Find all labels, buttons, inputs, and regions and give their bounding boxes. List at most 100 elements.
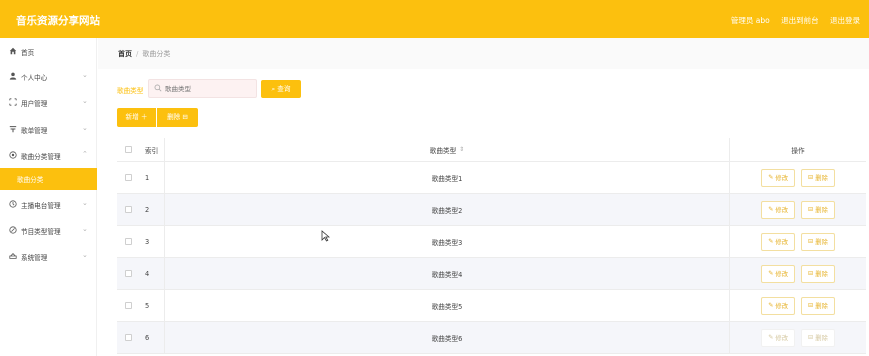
filter-label: 歌曲类型 [117, 87, 144, 95]
sidebar-item-label: 歌曲分类管理 [21, 153, 61, 161]
row-song-type: 歌曲类型1 [164, 162, 730, 193]
sidebar-item-label: 歌单管理 [21, 127, 48, 135]
row-song-type: 歌曲类型5 [164, 290, 730, 321]
edit-button[interactable]: ✎ 修改 [761, 200, 795, 219]
sidebar-item-category-management[interactable]: 歌曲分类管理 ⌃ [0, 147, 97, 165]
edit-icon: ✎ [768, 270, 774, 277]
sidebar-item-system[interactable]: 系统管理 ⌄ [0, 248, 97, 266]
breadcrumb: 首页 / 歌曲分类 [118, 49, 170, 59]
delete-button[interactable]: ⊟ 删除 [801, 296, 835, 315]
delete-button-label: 删除 [815, 303, 828, 310]
edit-button-label: 修改 [775, 239, 788, 246]
search-input[interactable] [165, 83, 253, 95]
chevron-down-icon: ⌄ [82, 71, 88, 79]
row-checkbox[interactable] [124, 270, 132, 277]
chevron-up-icon: ⌃ [82, 150, 88, 158]
delete-button[interactable]: ⊟ 删除 [801, 200, 835, 219]
edit-button[interactable]: ✎ 修改 [761, 328, 795, 347]
edit-button[interactable]: ✎ 修改 [761, 232, 795, 251]
chevron-down-icon: ⌄ [82, 124, 88, 132]
table-row: 5 歌曲类型5 ✎ 修改 ⊟ 删除 [117, 290, 866, 322]
table-header-row: 索引 歌曲类型 ⇕ 操作 [117, 138, 866, 162]
users-icon [9, 98, 17, 106]
delete-button-label: 删除 [815, 175, 828, 182]
edit-button-label: 修改 [775, 175, 788, 182]
delete-button[interactable]: ⊟ 删除 [801, 328, 835, 347]
chevron-down-icon: ⌄ [82, 225, 88, 233]
table-row: 2 歌曲类型2 ✎ 修改 ⊟ 删除 [117, 194, 866, 226]
sidebar-item-label: 歌曲分类 [17, 176, 44, 184]
query-button-label: 查询 [277, 85, 291, 93]
row-checkbox[interactable] [124, 238, 132, 245]
breadcrumb-home[interactable]: 首页 [118, 50, 132, 58]
mouse-cursor-icon [321, 230, 330, 242]
add-button[interactable]: 新增 ＋ [117, 108, 156, 127]
row-actions: ✎ 修改 ⊟ 删除 [730, 290, 866, 321]
row-song-type: 歌曲类型3 [164, 226, 730, 257]
row-checkbox[interactable] [124, 174, 132, 181]
select-all-checkbox[interactable] [124, 146, 132, 153]
row-actions: ✎ 修改 ⊟ 删除 [730, 322, 866, 353]
header-song-type-label: 歌曲类型 [429, 146, 457, 155]
trash-icon: ⊟ [808, 270, 814, 277]
sidebar-item-users[interactable]: 用户管理 ⌄ [0, 94, 97, 112]
row-actions: ✎ 修改 ⊟ 删除 [730, 162, 866, 193]
chevron-down-icon: ⌄ [82, 97, 88, 105]
edit-icon: ✎ [768, 334, 774, 341]
search-field[interactable] [148, 79, 257, 98]
edit-button-label: 修改 [775, 207, 788, 214]
header-index: 索引 [145, 146, 159, 155]
sidebar-item-song-category[interactable]: 歌曲分类 [0, 168, 97, 190]
playlist-icon [9, 126, 17, 133]
category-icon [9, 151, 17, 159]
admin-user-label: 管理员 abo [730, 16, 770, 25]
header-ops: 操作 [791, 146, 805, 155]
sidebar-item-label: 首页 [21, 49, 35, 57]
logout-link[interactable]: 退出登录 [830, 16, 860, 25]
header-song-type[interactable]: 歌曲类型 ⇕ [164, 138, 730, 161]
row-actions: ✎ 修改 ⊟ 删除 [730, 226, 866, 257]
delete-button[interactable]: ⊟ 删除 [801, 168, 835, 187]
row-index: 5 [145, 301, 150, 310]
sidebar-item-program-types[interactable]: 节目类型管理 ⌄ [0, 222, 97, 240]
edit-icon: ✎ [768, 238, 774, 245]
batch-delete-button[interactable]: 删除 ⊟ [157, 108, 198, 127]
system-icon [9, 253, 17, 259]
sidebar-item-label: 主播电台管理 [21, 202, 61, 210]
edit-icon: ✎ [768, 302, 774, 309]
sidebar-item-label: 节目类型管理 [21, 228, 61, 236]
delete-button[interactable]: ⊟ 删除 [801, 264, 835, 283]
program-icon [9, 226, 17, 234]
edit-button[interactable]: ✎ 修改 [761, 264, 795, 283]
row-checkbox[interactable] [124, 302, 132, 309]
top-bar: 音乐资源分享网站 管理员 abo 退出到前台 退出登录 [0, 0, 869, 38]
row-actions: ✎ 修改 ⊟ 删除 [730, 194, 866, 225]
radio-icon [9, 200, 17, 208]
delete-button-label: 删除 [815, 239, 828, 246]
query-button[interactable]: ⌕ 查询 [261, 80, 301, 98]
row-song-type: 歌曲类型4 [164, 258, 730, 289]
trash-icon: ⊟ [808, 238, 814, 245]
sidebar-item-playlists[interactable]: 歌单管理 ⌄ [0, 121, 97, 139]
sidebar-item-home[interactable]: 首页 [0, 43, 97, 61]
edit-button-label: 修改 [775, 303, 788, 310]
search-icon [154, 84, 162, 92]
row-song-type: 歌曲类型2 [164, 194, 730, 225]
sort-icon[interactable]: ⇕ [459, 146, 464, 153]
row-index: 6 [145, 333, 150, 342]
row-checkbox[interactable] [124, 334, 132, 341]
app-title: 音乐资源分享网站 [16, 15, 100, 27]
trash-icon: ⊟ [808, 174, 814, 181]
edit-button[interactable]: ✎ 修改 [761, 168, 795, 187]
edit-button[interactable]: ✎ 修改 [761, 296, 795, 315]
row-checkbox[interactable] [124, 206, 132, 213]
sidebar-item-profile[interactable]: 个人中心 ⌄ [0, 68, 97, 86]
delete-button[interactable]: ⊟ 删除 [801, 232, 835, 251]
sidebar-item-radio[interactable]: 主播电台管理 ⌄ [0, 196, 97, 214]
top-right-links: 管理员 abo 退出到前台 退出登录 [731, 15, 869, 26]
row-index: 1 [145, 173, 150, 182]
table-row: 1 歌曲类型1 ✎ 修改 ⊟ 删除 [117, 162, 866, 194]
row-actions: ✎ 修改 ⊟ 删除 [730, 258, 866, 289]
back-to-front-link[interactable]: 退出到前台 [781, 16, 819, 25]
trash-icon: ⊟ [808, 206, 814, 213]
